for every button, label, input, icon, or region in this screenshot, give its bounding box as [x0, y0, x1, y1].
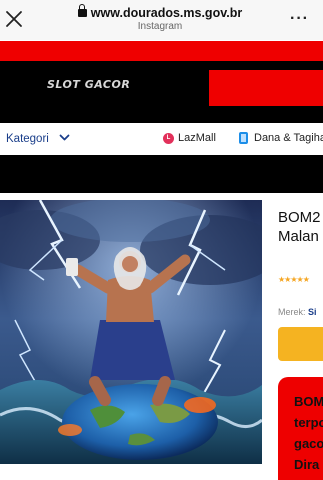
brand-value[interactable]: Si: [308, 307, 317, 317]
nav-item-lazmall[interactable]: LazMall: [178, 132, 216, 144]
category-nav: Kategori L LazMall Dana & Tagiha: [0, 123, 323, 155]
top-banner-stripe: [0, 41, 323, 61]
rating-stars: ★★★★★: [278, 275, 310, 284]
page: www.dourados.ms.gov.br Instagram ··· SLO…: [0, 0, 323, 480]
brand-line: Merek: Si: [278, 307, 317, 317]
promo-line-1: BOM: [294, 394, 323, 409]
brand-label: Merek:: [278, 307, 309, 317]
browser-header: www.dourados.ms.gov.br Instagram ···: [0, 0, 323, 40]
nav-item-dana[interactable]: Dana & Tagiha: [254, 132, 323, 144]
promo-card: BOM terpo gaco Dira: [278, 377, 323, 480]
chevron-down-icon[interactable]: [59, 132, 70, 143]
product-title-line-1: BOM2: [278, 209, 321, 226]
promo-line-2: terpo: [294, 415, 323, 430]
buy-button[interactable]: [278, 327, 323, 361]
close-icon[interactable]: [4, 9, 24, 29]
product-title: BOM2 Malan: [278, 208, 321, 246]
more-options-button[interactable]: ···: [290, 10, 309, 28]
product-image[interactable]: [0, 200, 262, 464]
address-bar[interactable]: www.dourados.ms.gov.br Instagram: [60, 4, 260, 32]
zeus-illustration: [0, 200, 262, 464]
source-label: Instagram: [137, 21, 183, 32]
category-dropdown-label[interactable]: Kategori: [6, 133, 49, 145]
site-header: SLOT GACOR: [0, 61, 323, 123]
dana-icon: [239, 132, 248, 144]
product-title-line-2: Malan: [278, 228, 319, 245]
url-text: www.dourados.ms.gov.br: [90, 6, 243, 20]
lazmall-icon: L: [163, 133, 174, 144]
promo-line-4: Dira: [294, 457, 320, 472]
promo-line-3: gaco: [294, 436, 323, 451]
promo-text: BOM terpo gaco Dira: [294, 391, 323, 475]
header-red-button[interactable]: [209, 70, 323, 106]
site-logo[interactable]: SLOT GACOR: [47, 78, 130, 91]
lock-icon: [77, 4, 87, 17]
black-banner: [0, 155, 323, 193]
